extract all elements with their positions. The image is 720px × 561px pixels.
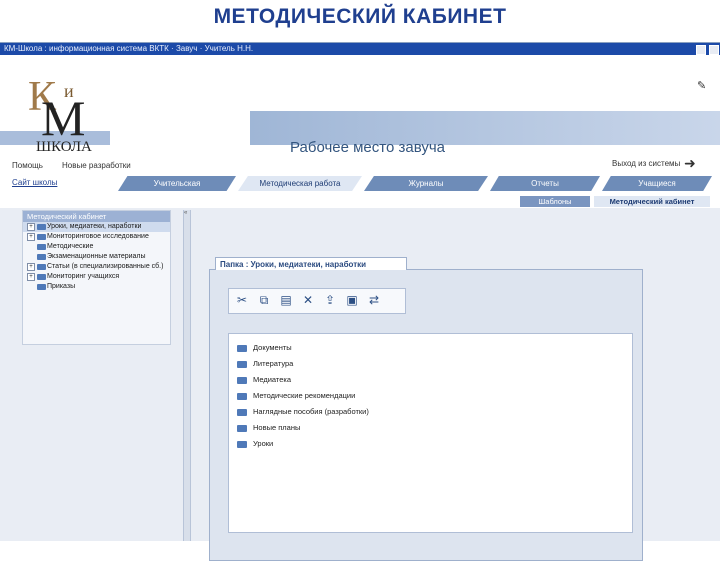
list-item[interactable]: Наглядные пособия (разработки) (237, 406, 369, 418)
file-toolbar: ✂ ⧉ ▤ ✕ ⇪ ▣ ⇄ (228, 288, 406, 314)
paste-icon[interactable]: ▤ (279, 293, 293, 307)
folder-icon (37, 234, 46, 240)
folder-tree: Методический кабинет + Уроки, медиатеки,… (22, 210, 171, 345)
tree-item-label: Экзаменационные материалы (47, 253, 146, 260)
tree-item-label: Методические (47, 243, 94, 250)
list-item[interactable]: Методические рекомендации (237, 390, 355, 402)
window-title: КМ-Школа : информационная система ВКТК ·… (4, 44, 254, 53)
tree-item-label: Мониторинговое исследование (47, 233, 149, 240)
tab-templates[interactable]: Шаблоны (520, 196, 590, 207)
folder-icon (37, 274, 46, 280)
content-area: Методический кабинет + Уроки, медиатеки,… (0, 208, 720, 561)
tree-item-label: Уроки, медиатеки, наработки (47, 223, 142, 230)
window-titlebar[interactable]: КМ-Школа : информационная система ВКТК ·… (0, 43, 720, 55)
tab-teachers-room[interactable]: Учительская (118, 176, 236, 191)
folder-icon (237, 425, 247, 432)
copy-icon[interactable]: ⧉ (257, 293, 271, 307)
tree-item[interactable]: + Мониторинг учащихся (23, 272, 170, 282)
expand-icon[interactable]: + (27, 233, 35, 241)
folder-icon (237, 345, 247, 352)
list-item[interactable]: Уроки (237, 438, 273, 450)
folder-icon (37, 224, 46, 230)
tree-item-label: Приказы (47, 283, 76, 290)
panel-tab[interactable]: Папка : Уроки, медиатеки, наработки (215, 257, 407, 270)
list-item[interactable]: Документы (237, 342, 292, 354)
folder-icon (237, 393, 247, 400)
file-list: Документы Литература Медиатека Методичес… (228, 333, 633, 533)
app-window: КМ-Школа : информационная система ВКТК ·… (0, 42, 720, 561)
folder-icon (237, 377, 247, 384)
list-item[interactable]: Литература (237, 358, 293, 370)
panel-splitter[interactable] (183, 210, 191, 541)
list-item-label: Литература (253, 359, 294, 368)
list-item-label: Новые планы (253, 423, 301, 432)
list-item-label: Методические рекомендации (253, 391, 356, 400)
exit-link[interactable]: Выход из системы (612, 159, 680, 168)
nav-help-link[interactable]: Помощь (12, 161, 43, 170)
list-item-label: Медиатека (253, 375, 292, 384)
delete-icon[interactable]: ✕ (301, 293, 315, 307)
list-item[interactable]: Новые планы (237, 422, 300, 434)
tree-item[interactable]: Приказы (23, 282, 170, 292)
tab-students[interactable]: Учащиеся (602, 176, 712, 191)
rename-icon[interactable]: ⇄ (367, 293, 381, 307)
workplace-title: Рабочее место завуча (290, 139, 446, 156)
folder-icon (237, 409, 247, 416)
expand-icon[interactable]: + (27, 273, 35, 281)
list-item-label: Документы (253, 343, 292, 352)
logo-school-text: ШКОЛА (36, 139, 92, 155)
tab-methodical-work[interactable]: Методическая работа (238, 176, 362, 191)
new-file-icon[interactable]: ▣ (345, 293, 359, 307)
tab-journals[interactable]: Журналы (364, 176, 488, 191)
cut-icon[interactable]: ✂ (235, 293, 249, 307)
folder-icon (237, 441, 247, 448)
tree-item[interactable]: + Статьи (в специализированные сб.) (23, 262, 170, 272)
list-item-label: Уроки (253, 439, 274, 448)
minimize-icon[interactable] (696, 45, 706, 55)
list-item-label: Наглядные пособия (разработки) (253, 407, 369, 416)
pencil-icon[interactable]: ✎ (697, 79, 706, 92)
tree-header: Методический кабинет (23, 211, 170, 222)
expand-icon[interactable]: + (27, 223, 35, 231)
list-item[interactable]: Медиатека (237, 374, 291, 386)
tab-reports[interactable]: Отчеты (490, 176, 600, 191)
collapse-icon[interactable]: « (184, 210, 189, 216)
folder-panel: Папка : Уроки, медиатеки, наработки ✂ ⧉ … (209, 257, 643, 561)
tab-methodical-cabinet[interactable]: Методический кабинет (594, 196, 710, 207)
folder-icon (37, 254, 46, 260)
tree-item[interactable]: Методические (23, 242, 170, 252)
upload-icon[interactable]: ⇪ (323, 293, 337, 307)
folder-icon (37, 264, 46, 270)
tree-item[interactable]: + Уроки, медиатеки, наработки (23, 222, 170, 232)
folder-icon (237, 361, 247, 368)
arrow-right-icon[interactable]: ➜ (684, 155, 696, 172)
app-header: К и М ШКОЛА Рабочее место завуча ✎ Помощ… (0, 55, 720, 208)
tree-item-label: Статьи (в специализированные сб.) (47, 263, 164, 270)
tree-item-label: Мониторинг учащихся (47, 273, 120, 280)
expand-icon[interactable]: + (27, 263, 35, 271)
site-link[interactable]: Сайт школы (12, 178, 57, 187)
folder-icon (37, 284, 46, 290)
tree-item[interactable]: + Мониторинговое исследование (23, 232, 170, 242)
slide-title: МЕТОДИЧЕСКИЙ КАБИНЕТ (213, 5, 507, 28)
folder-icon (37, 244, 46, 250)
close-icon[interactable] (709, 45, 719, 55)
tree-item[interactable]: Экзаменационные материалы (23, 252, 170, 262)
school-logo: К и М ШКОЛА (8, 65, 98, 155)
nav-news-link[interactable]: Новые разработки (62, 161, 131, 170)
